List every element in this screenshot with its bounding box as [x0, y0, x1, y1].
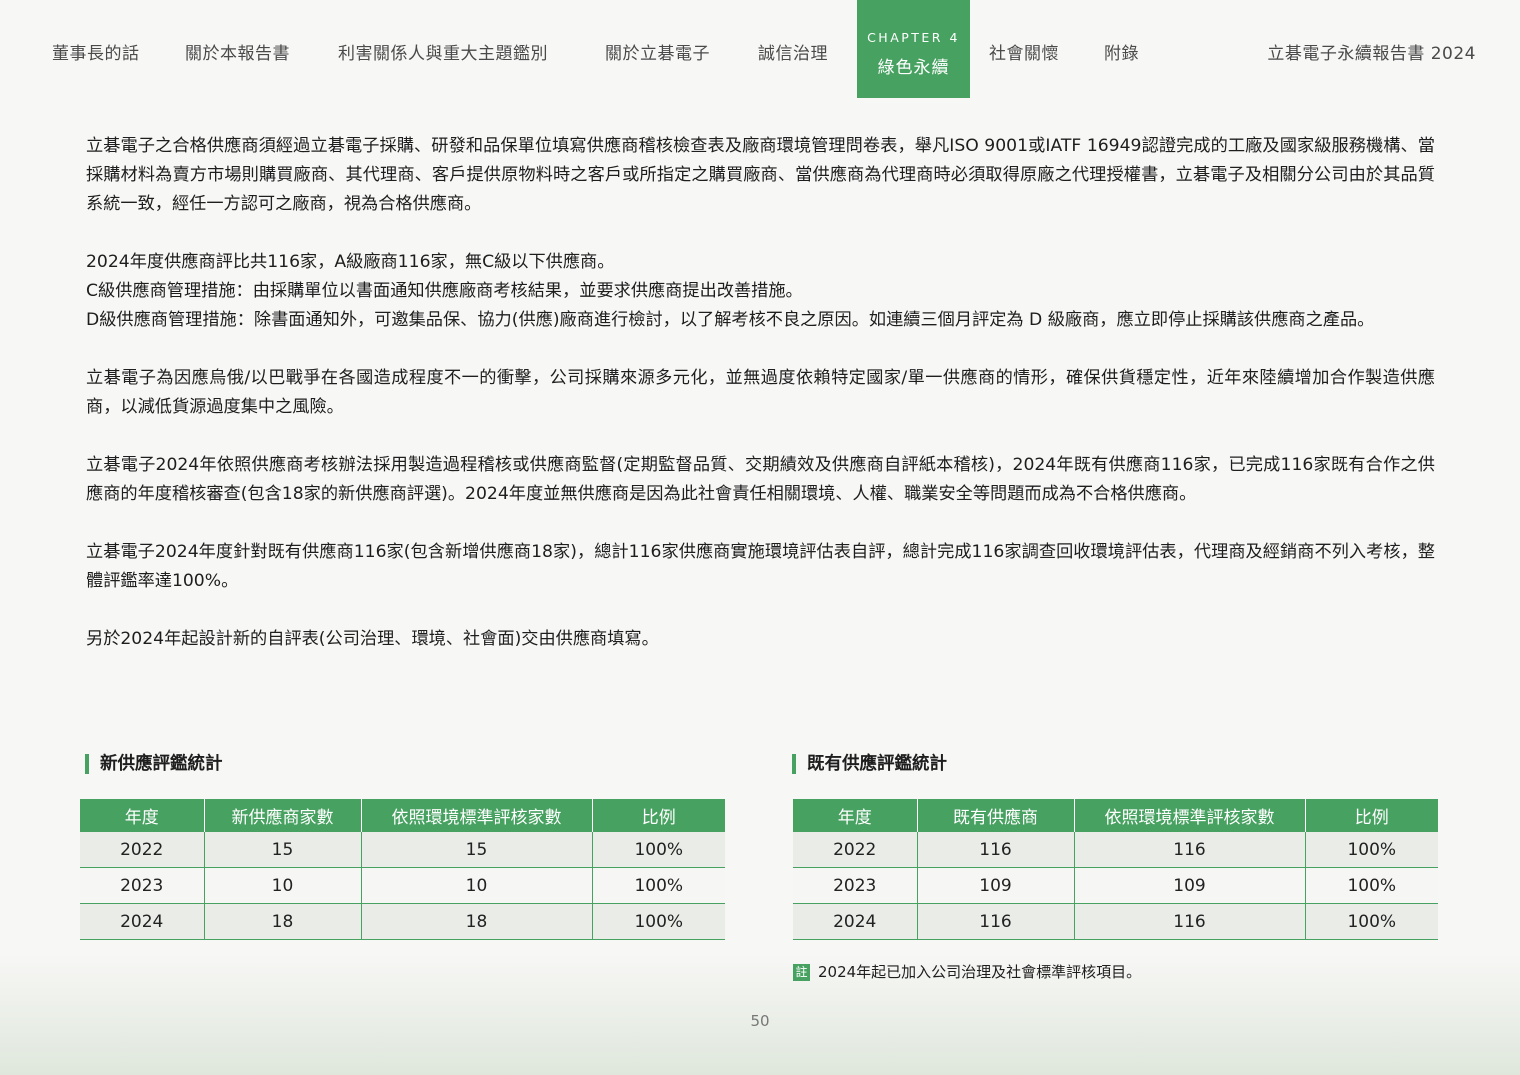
table-row: 2023 10 10 100% — [80, 867, 725, 904]
table-cell: 15 — [361, 832, 593, 868]
nav-item-stakeholders[interactable]: 利害關係人與重大主題鑑別 — [338, 39, 548, 64]
paragraph-supplier-rating: 2024年度供應商評比共116家，A級廠商116家，無C級以下供應商。 — [86, 252, 615, 272]
table-cell: 100% — [1305, 832, 1438, 868]
table-cell: 10 — [204, 867, 362, 904]
chapter-label: 綠色永續 — [877, 58, 950, 78]
nav-item-chairman-message[interactable]: 董事長的話 — [52, 39, 140, 64]
column-header-ratio: 比例 — [592, 799, 725, 832]
column-header-existing-supplier-count: 既有供應商 — [917, 799, 1075, 832]
table-row: 2024 116 116 100% — [793, 903, 1438, 940]
chapter-kicker: CHAPTER 4 — [867, 30, 960, 45]
paragraph-war-impact: 立碁電子為因應烏俄/以巴戰爭在各國造成程度不一的衝擊，公司採購來源多元化，並無過… — [86, 368, 1435, 417]
column-header-env-assessed-count: 依照環境標準評核家數 — [361, 799, 593, 832]
body-content: 立碁電子之合格供應商須經過立碁電子採購、研發和品保單位填寫供應商稽核檢查表及廠商… — [86, 132, 1435, 683]
table-row: 2022 116 116 100% — [793, 832, 1438, 868]
nav-item-about-report[interactable]: 關於本報告書 — [185, 39, 290, 64]
paragraph-new-self-assessment: 另於2024年起設計新的自評表(公司治理、環境、社會面)交由供應商填寫。 — [86, 629, 659, 649]
table-cell: 100% — [592, 903, 725, 940]
table-cell: 18 — [361, 903, 593, 940]
page-number: 50 — [750, 1012, 770, 1030]
nav-item-green-sustainability-active[interactable]: CHAPTER 4 綠色永續 — [857, 0, 970, 98]
new-supplier-table: 年度 新供應商家數 依照環境標準評核家數 比例 2022 15 15 100% … — [80, 799, 725, 940]
column-header-year: 年度 — [80, 799, 205, 832]
table-cell: 100% — [592, 867, 725, 904]
footnote: 註 2024年起已加入公司治理及社會標準評核項目。 — [793, 961, 1141, 982]
table-cell: 100% — [592, 832, 725, 868]
table-header-row: 年度 新供應商家數 依照環境標準評核家數 比例 — [80, 799, 725, 832]
table-row: 2023 109 109 100% — [793, 867, 1438, 904]
table-header-row: 年度 既有供應商 依照環境標準評核家數 比例 — [793, 799, 1438, 832]
paragraph-environmental-assessment: 立碁電子2024年度針對既有供應商116家(包含新增供應商18家)，總計116家… — [86, 542, 1435, 591]
report-title: 立碁電子永續報告書 2024 — [1267, 44, 1476, 64]
top-navigation: 董事長的話 關於本報告書 利害關係人與重大主題鑑別 關於立碁電子 誠信治理 CH… — [0, 0, 1520, 100]
table-cell: 2022 — [793, 832, 918, 868]
note-text: 2024年起已加入公司治理及社會標準評核項目。 — [818, 963, 1142, 981]
table-cell: 15 — [204, 832, 362, 868]
column-header-env-assessed-count: 依照環境標準評核家數 — [1074, 799, 1306, 832]
table-row: 2022 15 15 100% — [80, 832, 725, 868]
paragraph-d-grade-measures: D級供應商管理措施：除書面通知外，可邀集品保、協力(供應)廠商進行檢討，以了解考… — [86, 310, 1375, 330]
table-cell: 116 — [917, 903, 1075, 940]
table-cell: 116 — [917, 832, 1075, 868]
table-cell: 2024 — [80, 903, 205, 940]
table-cell: 100% — [1305, 903, 1438, 940]
table-cell: 100% — [1305, 867, 1438, 904]
table-cell: 2023 — [793, 867, 918, 904]
table-cell: 2022 — [80, 832, 205, 868]
table-cell: 109 — [917, 867, 1075, 904]
table-cell: 18 — [204, 903, 362, 940]
nav-item-appendix[interactable]: 附錄 — [1104, 39, 1139, 64]
table-cell: 116 — [1074, 903, 1306, 940]
existing-supplier-table: 年度 既有供應商 依照環境標準評核家數 比例 2022 116 116 100%… — [793, 799, 1438, 940]
nav-item-about-company[interactable]: 關於立碁電子 — [605, 39, 710, 64]
paragraph-audit-2024: 立碁電子2024年依照供應商考核辦法採用製造過程稽核或供應商監督(定期監督品質、… — [86, 455, 1435, 504]
paragraph-qualified-suppliers: 立碁電子之合格供應商須經過立碁電子採購、研發和品保單位填寫供應商稽核檢查表及廠商… — [86, 136, 1435, 214]
nav-item-integrity-governance[interactable]: 誠信治理 — [758, 39, 828, 64]
new-supplier-table-heading: 新供應評鑑統計 — [85, 754, 223, 774]
table-cell: 2024 — [793, 903, 918, 940]
table-cell: 10 — [361, 867, 593, 904]
existing-supplier-table-heading: 既有供應評鑑統計 — [792, 754, 947, 774]
table-cell: 109 — [1074, 867, 1306, 904]
column-header-ratio: 比例 — [1305, 799, 1438, 832]
note-badge: 註 — [793, 964, 810, 981]
column-header-new-supplier-count: 新供應商家數 — [204, 799, 362, 832]
table-cell: 2023 — [80, 867, 205, 904]
table-row: 2024 18 18 100% — [80, 903, 725, 940]
column-header-year: 年度 — [793, 799, 918, 832]
paragraph-c-grade-measures: C級供應商管理措施：由採購單位以書面通知供應廠商考核結果，並要求供應商提出改善措… — [86, 281, 803, 301]
nav-item-social-care[interactable]: 社會關懷 — [989, 39, 1059, 64]
table-cell: 116 — [1074, 832, 1306, 868]
